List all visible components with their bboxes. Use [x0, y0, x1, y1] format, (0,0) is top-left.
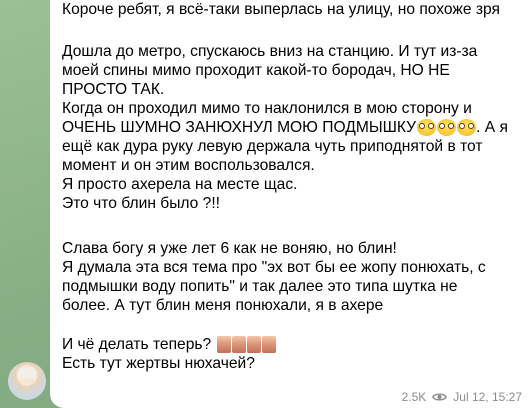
surprised-face-emoji-icon	[417, 119, 437, 136]
message-line: Короче ребят, я всё-таки выперлась на ул…	[62, 1, 500, 18]
message-line: Когда он проходил мимо то наклонился в м…	[62, 100, 472, 117]
message-line: моей спины мимо проходит какой-то борода…	[62, 62, 450, 79]
view-count: 2.5K	[401, 390, 427, 404]
message-line: подмышки воду попить" и так далее это ти…	[62, 278, 458, 295]
photo-thumbnail-icon	[262, 336, 277, 353]
message-line: более. А тут блин меня понюхали, я в ахе…	[62, 297, 384, 314]
surprised-face-emoji-icon	[457, 119, 477, 136]
message-fragment: . А я	[476, 119, 508, 136]
message-timestamp: Jul 12, 15:27	[453, 390, 522, 404]
message-line: Слава богу я уже лет 6 как не воняю, но …	[62, 240, 397, 257]
message-line: ПРОСТО ТАК.	[62, 81, 165, 98]
photo-thumbnail-icon	[217, 336, 232, 353]
message-meta: 2.5K Jul 12, 15:27	[402, 390, 522, 404]
sticker-group	[217, 336, 277, 353]
message-line: ещё как дура руку левую держала чуть при…	[62, 138, 483, 155]
message-line-with-emoji: ОЧЕНЬ ШУМНО ЗАНЮХНУЛ МОЮ ПОДМЫШКУ . А я	[62, 118, 526, 137]
message-line: момент и он этим воспользовался.	[62, 157, 315, 174]
surprised-face-emoji-icon	[437, 119, 457, 136]
message-text: Короче ребят, я всё-таки выперлась на ул…	[62, 0, 526, 373]
message-line: Я думала эта вся тема про "эх вот бы ее …	[62, 259, 486, 276]
sender-avatar[interactable]	[8, 362, 46, 400]
message-bubble: Короче ребят, я всё-таки выперлась на ул…	[50, 0, 532, 408]
photo-thumbnail-icon	[232, 336, 247, 353]
message-line-with-stickers: И чё делать теперь?	[62, 335, 526, 354]
message-line: Есть тут жертвы нюхачей?	[62, 355, 255, 372]
eye-icon	[432, 392, 448, 402]
message-fragment: И чё делать теперь?	[62, 336, 212, 353]
photo-thumbnail-icon	[247, 336, 262, 353]
message-line: Дошла до метро, спускаюсь вниз на станци…	[62, 43, 478, 60]
message-fragment: ОЧЕНЬ ШУМНО ЗАНЮХНУЛ МОЮ ПОДМЫШКУ	[62, 119, 417, 136]
message-line: Это что блин было ?!!	[62, 195, 221, 212]
message-line: Я просто ахерела на месте щас.	[62, 176, 298, 193]
